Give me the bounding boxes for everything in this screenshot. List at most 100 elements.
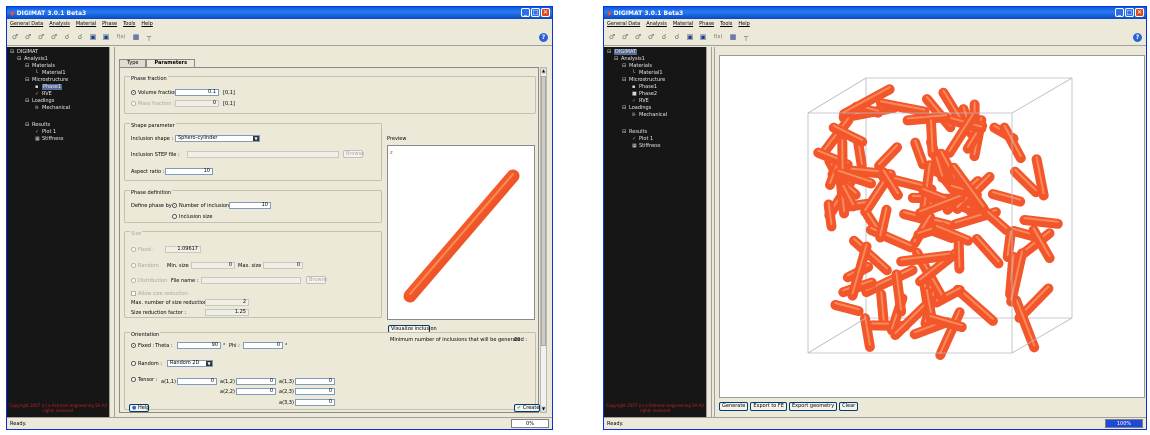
new-loading-icon[interactable]: ♂ [50, 33, 58, 42]
create-button[interactable]: ✔ Create [514, 404, 540, 412]
scroll-up-icon[interactable]: ▲ [541, 68, 546, 74]
menu-general-data[interactable]: General Data [10, 21, 43, 27]
close-button[interactable]: ✕ [1135, 8, 1144, 17]
remove-inclusion-icon[interactable]: ☌ [673, 33, 681, 42]
tree-item-digimat[interactable]: ⊟ DIGIMAT [607, 49, 638, 55]
tree-item-loadings[interactable]: ⊟ Loadings [25, 98, 54, 104]
menu-general-data[interactable]: General Data [607, 21, 640, 27]
reduction-factor-input[interactable]: 1.25 [205, 309, 249, 316]
tree-item-material1[interactable]: └ Material1 [35, 70, 66, 76]
fixed-size-input[interactable]: 1.09617 [165, 246, 201, 253]
splitter[interactable] [109, 47, 115, 417]
tab-type[interactable]: Type [119, 59, 147, 67]
matrix-icon[interactable]: ▦ [729, 33, 737, 42]
theta-input[interactable]: 90 [177, 342, 221, 349]
number-of-inclusions-radio[interactable]: Number of inclusions : [172, 203, 235, 209]
a22-input[interactable]: 0 [236, 388, 276, 395]
a12-input[interactable]: 0 [236, 378, 276, 385]
browse-step-button[interactable]: Browse [343, 150, 364, 158]
tree-item-microstructure[interactable]: ⊟ Microstructure [622, 77, 665, 83]
export-fe-button[interactable]: Export to FE [750, 402, 787, 411]
tree-item-phase2[interactable]: ■ Phase2 [632, 91, 657, 97]
max-reductions-input[interactable]: 2 [205, 299, 249, 306]
tree-item-materials[interactable]: ⊟ Materials [622, 63, 652, 69]
help-icon[interactable]: ? [1133, 33, 1142, 42]
tensor-radio[interactable]: Tensor : [131, 377, 157, 383]
allow-size-reduction-checkbox[interactable]: Allow size reduction [131, 291, 188, 297]
a23-input[interactable]: 0 [295, 388, 335, 395]
menu-tools[interactable]: Tools [720, 21, 732, 27]
aspect-ratio-input[interactable]: 10 [165, 168, 213, 175]
tree-item-mechanical[interactable]: ⊪ Mechanical [632, 112, 667, 118]
splitter[interactable] [706, 47, 712, 417]
tree-item-stiffness[interactable]: ▦ Stiffness [35, 136, 63, 142]
tree-item-phase1[interactable]: ▪ Phase1 [35, 84, 63, 90]
tree-item-material1[interactable]: └ Material1 [632, 70, 663, 76]
step-file-input[interactable] [187, 151, 339, 158]
run-analysis-icon[interactable]: ▣ [89, 33, 97, 42]
new-rve-icon[interactable]: ♂ [634, 33, 642, 42]
tree-item-materials[interactable]: ⊟ Materials [25, 63, 55, 69]
help-icon[interactable]: ? [539, 33, 548, 42]
tree-item-rve[interactable]: ✓ RVE [632, 98, 649, 104]
function-icon[interactable]: f(x) [115, 33, 127, 42]
a13-input[interactable]: 0 [295, 378, 335, 385]
close-button[interactable]: ✕ [541, 8, 550, 17]
help-button[interactable]: ● Help [129, 404, 149, 412]
vertical-scrollbar[interactable]: ▲ ▼ [540, 67, 547, 413]
rve-3d-canvas[interactable] [719, 55, 1145, 398]
maximize-button[interactable]: □ [531, 8, 540, 17]
menu-material[interactable]: Material [76, 21, 96, 27]
menu-phase[interactable]: Phase [102, 21, 117, 27]
new-phase-icon[interactable]: ♂ [621, 33, 629, 42]
tree-icon[interactable]: ┬ [742, 33, 750, 42]
tree-item-stiffness[interactable]: ▦ Stiffness [632, 143, 660, 149]
max-size-input[interactable]: 0 [263, 262, 303, 269]
remove-inclusion-icon[interactable]: ☌ [76, 33, 84, 42]
random-size-radio[interactable]: Random [131, 263, 159, 269]
menu-phase[interactable]: Phase [699, 21, 714, 27]
menu-tools[interactable]: Tools [123, 21, 135, 27]
tree-item-analysis[interactable]: ⊟ Analysis1 [614, 56, 645, 62]
number-of-inclusions-input[interactable]: 10 [229, 202, 271, 209]
inclusion-shape-select[interactable]: Sphero-cylinder ▼ [175, 135, 260, 142]
browse-dist-button[interactable]: Browse [306, 276, 327, 284]
phi-input[interactable]: 0 [243, 342, 283, 349]
minimize-button[interactable]: _ [521, 8, 530, 17]
a33-input[interactable]: 0 [295, 399, 335, 406]
generate-button[interactable]: Generate [719, 402, 749, 411]
tree-item-analysis[interactable]: ⊟ Analysis1 [17, 56, 48, 62]
file-name-input[interactable] [201, 277, 301, 284]
volume-fraction-input[interactable]: 0.1 [175, 89, 219, 96]
random-orientation-radio[interactable]: Random : [131, 361, 162, 367]
clear-button[interactable]: Clear [839, 402, 859, 411]
new-loading-icon[interactable]: ♂ [647, 33, 655, 42]
volume-fraction-radio[interactable]: Volume fraction : [131, 90, 181, 96]
fixed-orientation-radio[interactable]: Fixed : [131, 343, 154, 349]
menu-help[interactable]: Help [141, 21, 152, 27]
add-inclusion-icon[interactable]: ☌ [63, 33, 71, 42]
menu-analysis[interactable]: Analysis [49, 21, 70, 27]
new-material-icon[interactable]: ♂ [11, 33, 19, 42]
tree-item-digimat[interactable]: ⊟ DIGIMAT [10, 49, 38, 55]
mass-fraction-input[interactable]: 0 [175, 100, 219, 107]
tree-item-mechanical[interactable]: ⊪ Mechanical [35, 105, 70, 111]
new-material-icon[interactable]: ♂ [608, 33, 616, 42]
new-phase-icon[interactable]: ♂ [24, 33, 32, 42]
run-all-icon[interactable]: ▣ [102, 33, 110, 42]
tree-item-results[interactable]: ⊟ Results [622, 129, 647, 135]
scroll-thumb[interactable] [541, 76, 546, 346]
tree-item-plot1[interactable]: ✓ Plot 1 [35, 129, 56, 135]
tree-item-rve[interactable]: ✓ RVE [35, 91, 52, 97]
mass-fraction-radio[interactable]: Mass fraction : [131, 101, 175, 107]
inclusion-size-radio[interactable]: Inclusion size [172, 214, 212, 220]
add-inclusion-icon[interactable]: ☌ [660, 33, 668, 42]
export-geometry-button[interactable]: Export geometry [788, 402, 838, 411]
tree-icon[interactable]: ┬ [145, 33, 153, 42]
tree-item-results[interactable]: ⊟ Results [25, 122, 50, 128]
tree-item-microstructure[interactable]: ⊟ Microstructure [25, 77, 68, 83]
scroll-down-icon[interactable]: ▼ [541, 406, 546, 412]
maximize-button[interactable]: □ [1125, 8, 1134, 17]
minimize-button[interactable]: _ [1115, 8, 1124, 17]
run-analysis-icon[interactable]: ▣ [686, 33, 694, 42]
